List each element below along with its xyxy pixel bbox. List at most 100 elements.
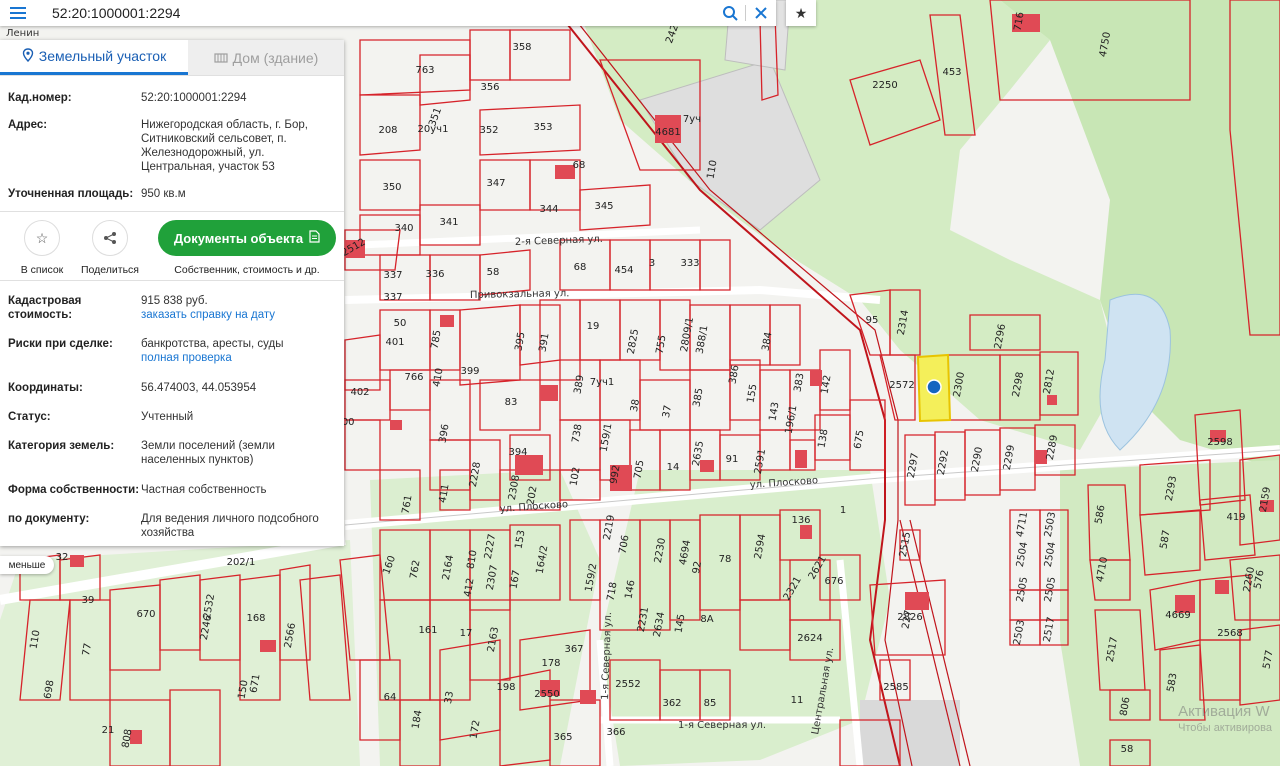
location-pin-icon <box>22 47 34 65</box>
parcel-number-label: 38 <box>629 398 642 412</box>
parcel-number-label: 161 <box>418 625 437 636</box>
parcel-number-label: 340 <box>394 223 413 234</box>
parcel-number-label: 337 <box>383 270 402 281</box>
search-icon[interactable] <box>715 0 745 26</box>
tab-land-plot[interactable]: Земельный участок <box>0 40 188 75</box>
share-button[interactable]: Поделиться <box>76 220 144 276</box>
documents-button[interactable]: Документы объекта <box>158 220 336 256</box>
watermark-line-2: Чтобы активирова <box>1178 722 1272 734</box>
share-label: Поделиться <box>81 264 139 276</box>
ownership-label: Форма собственности: <box>8 484 140 496</box>
parcel-number-label: 50 <box>394 318 407 329</box>
tab-label: Дом (здание) <box>232 49 319 66</box>
coordinates-label: Координаты: <box>8 382 83 394</box>
parcel-number-label: 14 <box>667 462 680 473</box>
parcel-number-label: 39 <box>82 595 95 606</box>
document-icon <box>309 230 320 246</box>
parcel-number-label: 19 <box>587 321 600 332</box>
risk-label: Риски при сделке: <box>8 338 113 350</box>
parcel-number-label: 670 <box>136 609 155 620</box>
parcel-number-label: 453 <box>942 67 961 78</box>
location-marker-icon[interactable] <box>926 379 942 395</box>
cost-value: 915 838 руб. <box>141 295 208 307</box>
parcel-number-label: 352 <box>479 125 498 136</box>
parcel-number-label: 356 <box>480 82 499 93</box>
area-value: 950 кв.м <box>141 188 186 200</box>
tabs: Земельный участок Дом (здание) <box>0 40 344 76</box>
address-value: Нижегородская область, г. Бор, Ситниковс… <box>141 119 308 173</box>
parcel-number-label: 766 <box>404 372 423 383</box>
parcel-number-label: 178 <box>541 658 560 669</box>
parcel-number-label: 208 <box>378 125 397 136</box>
info-row-status: Статус: Учтенный <box>8 395 336 424</box>
parcel-number-label: 399 <box>460 366 479 377</box>
full-check-link[interactable]: полная проверка <box>141 351 284 365</box>
parcel-number-label: 7уч <box>683 114 701 125</box>
watermark-line-1: Активация W <box>1178 703 1270 720</box>
info-row-area: Уточненная площадь: 950 кв.м <box>8 174 336 201</box>
by-document-value: Для ведения личного подсобного хозяйства <box>141 513 319 539</box>
parcel-number-label: 366 <box>606 727 625 738</box>
search-bar <box>0 0 776 26</box>
favorite-star-icon[interactable]: ★ <box>786 0 816 26</box>
parcel-number-label: 1 <box>840 505 846 516</box>
info-row-address: Адрес: Нижегородская область, г. Бор, Си… <box>8 105 336 174</box>
parcel-number-label: 362 <box>662 698 681 709</box>
parcel-number-label: 365 <box>553 732 572 743</box>
parcel-number-label: 136 <box>791 515 810 526</box>
parcel-number-label: 168 <box>246 613 265 624</box>
search-input[interactable] <box>36 0 715 26</box>
parcel-number-label: 68 <box>574 262 587 273</box>
parcel-number-label: 83 <box>505 397 518 408</box>
order-certificate-link[interactable]: заказать справку на дату <box>141 308 275 322</box>
parcel-number-label: 32 <box>56 552 69 563</box>
parcel-number-label: 37 <box>661 404 674 418</box>
parcel-number-label: 21 <box>102 725 115 736</box>
building-icon <box>214 50 228 66</box>
info-row-cost: Кадастровая стоимость: 915 838 руб. зака… <box>8 281 336 322</box>
parcel-number-label: 95 <box>866 315 879 326</box>
parcel-number-label: 347 <box>486 178 505 189</box>
cad-number-link[interactable]: 52:20:1000001:2294 <box>141 91 247 105</box>
ownership-value: Частная собственность <box>141 484 267 496</box>
parcel-number-label: 58 <box>1121 744 1134 755</box>
info-row-coords: Координаты: 56.474003, 44.053954 <box>8 365 336 395</box>
cost-label: Кадастровая стоимость: <box>8 295 82 321</box>
docs-block: Документы объекта Собственник, стоимость… <box>158 220 336 276</box>
parcel-number-label: 2552 <box>615 679 640 690</box>
street-name-label: Привокзальная ул. <box>470 288 570 301</box>
close-icon[interactable] <box>746 0 776 26</box>
parcel-number-label: 401 <box>385 337 404 348</box>
info-panel: Земельный участок Дом (здание) Кад.номер… <box>0 40 344 546</box>
parcel-number-label: 402 <box>350 387 369 398</box>
parcel-number-label: 2250 <box>872 80 897 91</box>
parcel-number-label: 345 <box>594 201 613 212</box>
collapse-less-button[interactable]: меньше <box>0 556 54 574</box>
street-name-label: Ленин <box>6 28 39 39</box>
parcel-number-label: 85 <box>704 698 717 709</box>
actions-row: ☆ В список Поделиться Документы объекта … <box>0 212 344 280</box>
info-row-category: Категория земель: Земли поселений (земли… <box>8 424 336 467</box>
parcel-number-label: 20уч1 <box>418 124 449 135</box>
parcel-number-label: 4669 <box>1165 610 1190 621</box>
add-to-list-label: В список <box>20 264 64 276</box>
menu-icon[interactable] <box>0 0 36 26</box>
documents-button-label: Документы объекта <box>173 230 304 246</box>
parcel-number-label: 2572 <box>889 380 914 391</box>
parcel-number-label: 2568 <box>1217 628 1242 639</box>
info-row-cad: Кад.номер: 52:20:1000001:2294 <box>8 76 336 105</box>
parcel-number-label: 367 <box>564 644 583 655</box>
tab-house[interactable]: Дом (здание) <box>188 40 344 75</box>
parcel-number-label: 763 <box>415 65 434 76</box>
info-row-document: по документу: Для ведения личного подсоб… <box>8 497 336 540</box>
parcel-number-label: 2550 <box>534 689 559 700</box>
status-label: Статус: <box>8 411 51 423</box>
parcel-number-label: 33 <box>443 690 456 704</box>
parcel-number-label: 358 <box>512 42 531 53</box>
street-name-label: 1-я Северная ул. <box>678 720 766 731</box>
parcel-number-label: 350 <box>382 182 401 193</box>
parcel-number-label: 676 <box>824 576 843 587</box>
add-to-list-button[interactable]: ☆ В список <box>8 220 76 276</box>
parcel-number-label: 78 <box>719 554 732 565</box>
coordinates-value: 56.474003, 44.053954 <box>141 382 257 394</box>
